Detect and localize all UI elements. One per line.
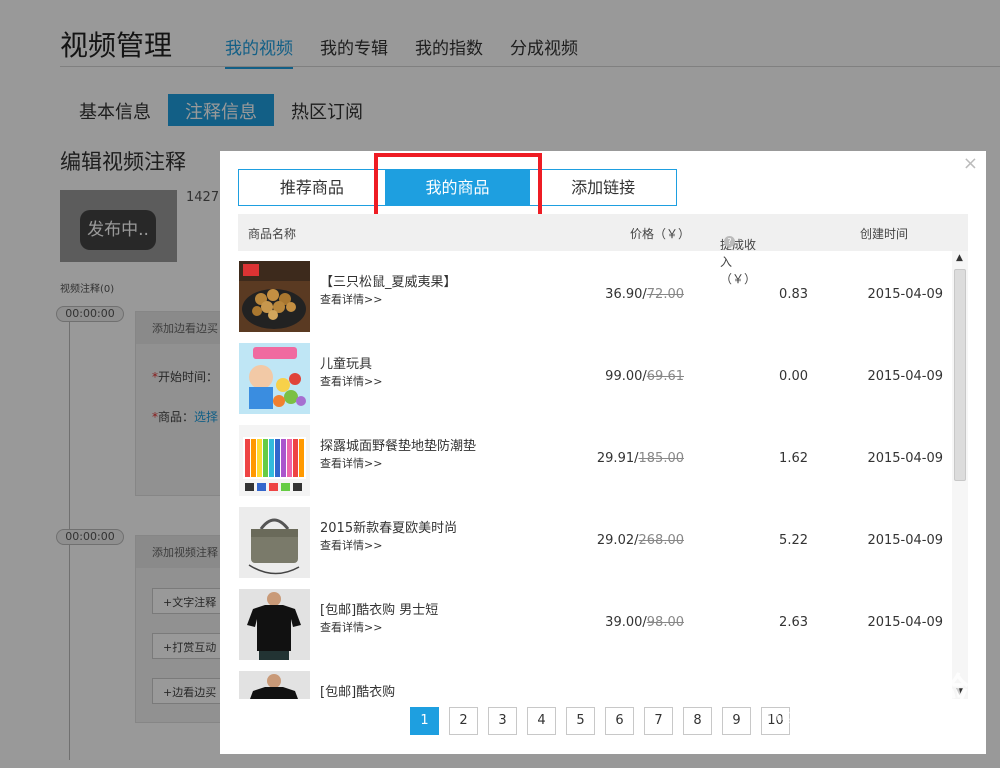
tab-recommended-goods[interactable]: 推荐商品 [239,170,385,205]
page-button-8[interactable]: 8 [683,707,712,735]
product-image [239,507,310,578]
original-price: 72.00 [646,287,684,302]
commission-income: 1.62 [779,451,808,466]
view-details-link[interactable]: 查看详情>> [320,537,382,553]
page-button-6[interactable]: 6 [605,707,634,735]
price: 39.00/98.00 [605,615,684,630]
view-details-link[interactable]: 查看详情>> [320,455,382,471]
page-button-3[interactable]: 3 [488,707,517,735]
table-row[interactable]: 【三只松鼠_夏威夷果】 查看详情>> 36.90/72.00 0.83 2015… [238,251,952,333]
price: 29.02/268.00 [597,533,684,548]
original-price: 268.00 [638,533,685,548]
product-name: 儿童玩具 [320,357,373,372]
product-image [239,343,310,414]
page-button-7[interactable]: 7 [644,707,673,735]
product-image [239,425,310,496]
created-date: 2015-04-09 [867,451,943,466]
product-name: 【三只松鼠_夏威夷果】 [320,275,457,290]
page-button-4[interactable]: 4 [527,707,556,735]
product-name: 探露城面野餐垫地垫防潮垫 [320,439,477,454]
view-details-link[interactable]: 查看详情>> [320,619,382,635]
commission-income: 0.00 [779,369,808,384]
current-price: 29.02/ [596,533,639,548]
table-row[interactable]: 探露城面野餐垫地垫防潮垫 查看详情>> 29.91/185.00 1.62 20… [238,415,952,497]
commission-income: 2.63 [779,615,808,630]
current-price: 29.91/ [596,451,639,466]
scroll-up-icon[interactable]: ▲ [956,253,963,263]
list-scrollbar[interactable]: ▲ ▼ [952,251,968,699]
product-name: [包邮]酷衣购 [320,685,396,699]
page-button-9[interactable]: 9 [722,707,751,735]
price: 36.90/72.00 [605,287,684,302]
table-header: 商品名称 价格（￥） 提成收入（￥）? 创建时间 [238,214,968,286]
current-price: 39.00/ [605,615,647,630]
close-icon[interactable]: × [963,153,978,174]
commission-income: 0.83 [779,287,808,302]
table-row[interactable]: [包邮]酷衣购 男士短 查看详情>> 39.00/98.00 2.63 2015… [238,579,952,661]
page-button-1[interactable]: 1 [410,707,439,735]
pagination: 1 2 3 4 5 6 7 8 9 10 [410,707,790,735]
product-image [239,671,310,699]
commission-income: 5.22 [779,533,808,548]
page-button-5[interactable]: 5 [566,707,595,735]
view-details-link[interactable]: 查看详情>> [320,291,382,307]
current-price: 99.00/ [605,369,647,384]
col-created-date: 创建时间 [860,227,909,241]
price: 99.00/69.61 [605,369,684,384]
original-price: 98.00 [646,615,684,630]
watermark-logo-text: Bai du 经验 [760,671,970,711]
current-price: 36.90/ [605,287,647,302]
tab-add-link[interactable]: 添加链接 [530,170,676,205]
product-name: [包邮]酷衣购 男士短 [320,603,439,618]
product-name: 2015新款春夏欧美时尚 [320,521,458,536]
price: 29.91/185.00 [597,451,684,466]
created-date: 2015-04-09 [867,615,943,630]
created-date: 2015-04-09 [867,369,943,384]
baidu-jingyan-watermark: Bai du 经验 jingyan.baidu.com [760,663,970,724]
scroll-thumb[interactable] [954,269,966,481]
created-date: 2015-04-09 [867,533,943,548]
help-icon[interactable]: ? [724,236,735,247]
product-image [239,261,310,332]
col-goods-name: 商品名称 [248,227,297,241]
created-date: 2015-04-09 [867,287,943,302]
product-image [239,589,310,660]
col-price: 价格（￥） [630,227,691,241]
table-row[interactable]: 2015新款春夏欧美时尚 查看详情>> 29.02/268.00 5.22 20… [238,497,952,579]
original-price: 185.00 [638,451,685,466]
table-row[interactable]: 儿童玩具 查看详情>> 99.00/69.61 0.00 2015-04-09 [238,333,952,415]
view-details-link[interactable]: 查看详情>> [320,373,382,389]
goods-list: 【三只松鼠_夏威夷果】 查看详情>> 36.90/72.00 0.83 2015… [238,251,968,699]
page-button-2[interactable]: 2 [449,707,478,735]
original-price: 69.61 [646,369,684,384]
